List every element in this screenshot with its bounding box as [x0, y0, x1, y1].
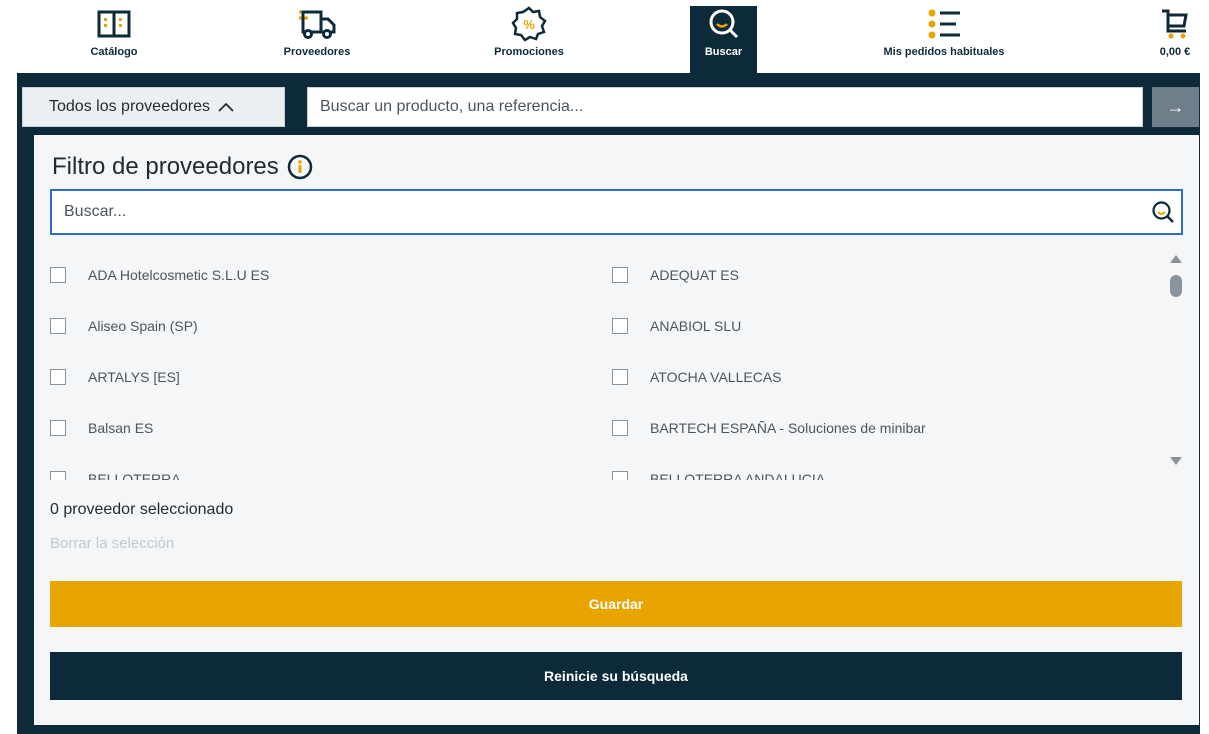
- cart-icon: [1160, 6, 1190, 42]
- panel-title-text: Filtro de proveedores: [52, 153, 279, 180]
- chevron-up-icon: [218, 102, 234, 112]
- supplier-option[interactable]: BELLOTERRA: [50, 453, 612, 480]
- save-button[interactable]: Guardar: [50, 581, 1182, 627]
- supplier-option[interactable]: ADA Hotelcosmetic S.L.U ES: [50, 249, 612, 300]
- info-icon[interactable]: [287, 154, 313, 180]
- supplier-label: BARTECH ESPAÑA - Soluciones de minibar: [650, 419, 926, 436]
- catalog-book-icon: [97, 6, 131, 42]
- supplier-search-box: [50, 189, 1183, 235]
- supplier-label: BELLOTERRA: [88, 470, 181, 481]
- supplier-checkbox[interactable]: [50, 266, 66, 283]
- selected-count: 0 proveedor seleccionado: [50, 501, 234, 518]
- supplier-filter-panel: Filtro de proveedores ADA Hotelcosmetic …: [34, 135, 1199, 725]
- cart-total: 0,00 €: [1159, 46, 1191, 58]
- nav-item-cart[interactable]: 0,00 €: [1150, 0, 1200, 73]
- supplier-toggle-label: Todos los proveedores: [49, 98, 210, 115]
- nav-label: Proveedores: [283, 46, 351, 58]
- supplier-checkbox[interactable]: [612, 470, 628, 480]
- supplier-option[interactable]: ARTALYS [ES]: [50, 351, 612, 402]
- top-navigation: Catálogo Proveedores % Promociones Busca…: [0, 0, 1209, 73]
- product-search-input[interactable]: [320, 98, 1142, 116]
- supplier-label: BELLOTERRA ANDALUCIA: [650, 470, 826, 481]
- supplier-search-input[interactable]: [64, 203, 1145, 221]
- supplier-checkbox[interactable]: [50, 368, 66, 385]
- scroll-down-arrow-icon[interactable]: [1170, 457, 1182, 465]
- supplier-label: ANABIOL SLU: [650, 317, 742, 334]
- nav-item-buscar[interactable]: Buscar: [690, 6, 757, 73]
- list-icon: [926, 6, 962, 42]
- nav-item-mis-pedidos[interactable]: Mis pedidos habituales: [872, 0, 1016, 73]
- supplier-checkbox[interactable]: [50, 317, 66, 334]
- nav-item-promociones[interactable]: % Promociones: [486, 0, 572, 73]
- supplier-checkbox[interactable]: [612, 266, 628, 283]
- supplier-label: ARTALYS [ES]: [88, 368, 180, 385]
- reset-search-button[interactable]: Reinicie su búsqueda: [50, 652, 1182, 700]
- nav-label: Catálogo: [90, 46, 138, 58]
- supplier-list-scrollbar[interactable]: [1167, 247, 1187, 480]
- product-search-box: [307, 87, 1143, 127]
- scroll-up-arrow-icon[interactable]: [1170, 255, 1182, 263]
- supplier-option[interactable]: Aliseo Spain (SP): [50, 300, 612, 351]
- supplier-checkbox[interactable]: [612, 419, 628, 436]
- supplier-label: Aliseo Spain (SP): [88, 317, 198, 334]
- svg-text:%: %: [523, 17, 535, 32]
- supplier-option[interactable]: BARTECH ESPAÑA - Soluciones de minibar: [612, 402, 1174, 453]
- supplier-filter-toggle[interactable]: Todos los proveedores: [22, 87, 285, 127]
- supplier-option[interactable]: ADEQUAT ES: [612, 249, 1174, 300]
- nav-item-catalogo[interactable]: Catálogo: [78, 0, 150, 73]
- nav-item-proveedores[interactable]: Proveedores: [274, 0, 360, 73]
- panel-title: Filtro de proveedores: [52, 153, 313, 181]
- supplier-label: ADEQUAT ES: [650, 266, 739, 283]
- scroll-thumb[interactable]: [1170, 275, 1182, 297]
- nav-label: Promociones: [494, 46, 564, 58]
- supplier-option[interactable]: Balsan ES: [50, 402, 612, 453]
- supplier-checkbox[interactable]: [50, 470, 66, 480]
- search-icon[interactable]: [1145, 200, 1181, 224]
- supplier-label: ATOCHA VALLECAS: [650, 368, 782, 385]
- supplier-checkbox[interactable]: [612, 317, 628, 334]
- arrow-right-icon: →: [1166, 96, 1185, 117]
- supplier-checkbox[interactable]: [50, 419, 66, 436]
- supplier-label: Balsan ES: [88, 419, 154, 436]
- search-icon: [707, 6, 741, 42]
- supplier-option[interactable]: BELLOTERRA ANDALUCIA: [612, 453, 1174, 480]
- supplier-option[interactable]: ATOCHA VALLECAS: [612, 351, 1174, 402]
- clear-selection-link[interactable]: Borrar la selección: [50, 535, 174, 552]
- delivery-truck-icon: [297, 6, 337, 42]
- left-edge: [0, 73, 20, 734]
- supplier-label: ADA Hotelcosmetic S.L.U ES: [88, 266, 270, 283]
- nav-label: Buscar: [704, 46, 743, 58]
- supplier-checkbox[interactable]: [612, 368, 628, 385]
- supplier-list: ADA Hotelcosmetic S.L.U ES ADEQUAT ES Alis…: [50, 247, 1200, 480]
- nav-label: Mis pedidos habituales: [883, 46, 1005, 58]
- search-submit-button[interactable]: →: [1152, 87, 1199, 127]
- percent-badge-icon: %: [511, 6, 547, 42]
- supplier-option[interactable]: ANABIOL SLU: [612, 300, 1174, 351]
